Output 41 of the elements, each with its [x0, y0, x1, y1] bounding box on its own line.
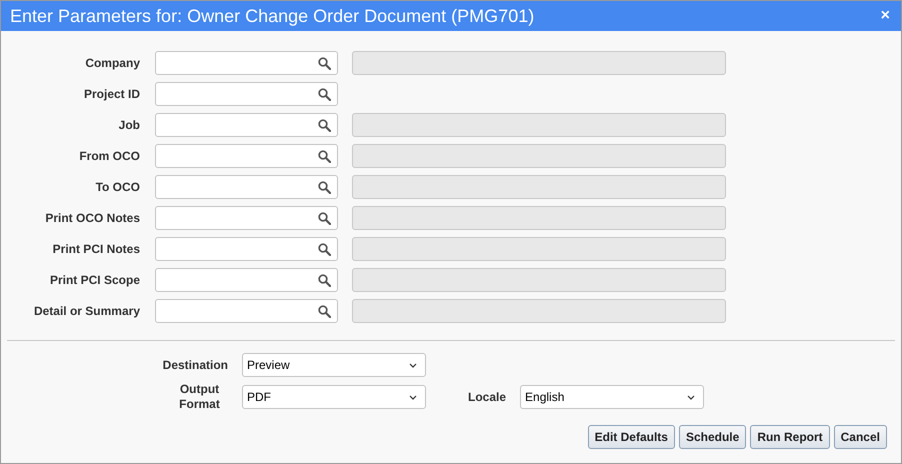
dropdown[interactable]: English	[520, 385, 704, 409]
lookup-field[interactable]	[155, 144, 338, 168]
caret-icon	[409, 362, 417, 368]
lookup-field[interactable]	[155, 113, 338, 137]
search-icon[interactable]	[318, 212, 331, 224]
action-button[interactable]: Cancel	[834, 425, 887, 449]
search-icon[interactable]	[318, 56, 331, 70]
search-icon[interactable]	[318, 88, 331, 100]
field-label: Destination	[162, 357, 228, 374]
search-icon[interactable]	[318, 180, 331, 194]
lookup-field[interactable]	[155, 206, 338, 230]
search-icon[interactable]	[318, 242, 331, 256]
field-label: Print OCO Notes	[44, 210, 140, 227]
lookup-field[interactable]	[155, 237, 338, 261]
lookup-field[interactable]	[155, 175, 338, 199]
window-title: Enter Parameters for: Owner Change Order Document (PMG701)	[10, 4, 534, 28]
field-label: Output Format	[178, 382, 221, 412]
lookup-field[interactable]	[155, 82, 338, 106]
caret-icon	[409, 394, 417, 400]
action-button[interactable]: Run Report	[750, 425, 830, 449]
dropdown[interactable]: Preview	[242, 353, 426, 377]
field-label: Print PCI Scope	[48, 272, 140, 289]
lookup-field[interactable]	[155, 268, 338, 292]
search-icon[interactable]	[318, 274, 331, 286]
field-label: Print PCI Notes	[52, 241, 140, 258]
field-label: Detail or Summary	[32, 303, 140, 320]
action-button[interactable]: Edit Defaults	[588, 425, 675, 449]
field-label: Job	[118, 117, 140, 134]
field-label: Locale	[468, 389, 506, 406]
search-icon[interactable]	[318, 150, 331, 162]
field-label: Company	[84, 55, 140, 72]
field-label: Project ID	[82, 86, 140, 103]
dropdown[interactable]: PDF	[242, 385, 426, 409]
search-icon[interactable]	[318, 304, 331, 318]
lookup-field[interactable]	[155, 299, 338, 323]
search-icon[interactable]	[318, 118, 331, 132]
field-label: From OCO	[78, 148, 140, 165]
field-label: To OCO	[94, 179, 140, 196]
lookup-field[interactable]	[155, 51, 338, 75]
caret-icon	[687, 394, 696, 400]
action-button[interactable]: Schedule	[678, 425, 746, 449]
